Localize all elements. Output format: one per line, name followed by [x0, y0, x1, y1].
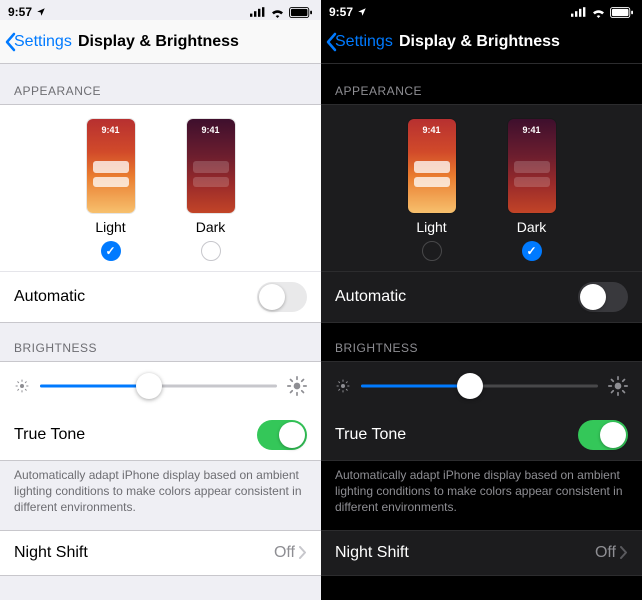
section-header-appearance: APPEARANCE [0, 64, 321, 104]
night-shift-label: Night Shift [335, 544, 409, 562]
appearance-options: 9:41 Light 9:41 Dark [321, 105, 642, 271]
automatic-switch[interactable] [578, 282, 628, 312]
night-shift-label: Night Shift [14, 544, 88, 562]
pane-light-mode: 9:57 Settings Display & Brightness APPEA… [0, 0, 321, 600]
appearance-dark-label: Dark [517, 219, 547, 235]
battery-icon [610, 7, 634, 18]
wifi-icon [591, 7, 606, 18]
page-title: Display & Brightness [399, 33, 560, 51]
true-tone-footer: Automatically adapt iPhone display based… [0, 461, 321, 530]
brightness-slider[interactable] [361, 372, 598, 400]
battery-icon [289, 7, 313, 18]
appearance-thumb-dark: 9:41 [508, 119, 556, 213]
appearance-thumb-light: 9:41 [408, 119, 456, 213]
pane-dark-mode: 9:57 Settings Display & Brightness APPEA… [321, 0, 642, 600]
appearance-options: 9:41 Light 9:41 Dark [0, 105, 321, 271]
night-shift-value-group: Off [274, 544, 307, 562]
nav-bar: Settings Display & Brightness [0, 20, 321, 64]
status-time: 9:57 [329, 5, 353, 19]
true-tone-footer: Automatically adapt iPhone display based… [321, 461, 642, 530]
thumb-clock: 9:41 [87, 125, 135, 135]
back-button[interactable]: Settings [325, 32, 393, 52]
page-title: Display & Brightness [78, 33, 239, 51]
appearance-dark-radio[interactable] [201, 241, 221, 261]
automatic-label: Automatic [335, 288, 406, 306]
automatic-row[interactable]: Automatic [0, 271, 321, 322]
appearance-group: 9:41 Light 9:41 Dark Automatic [321, 104, 642, 323]
status-time-group: 9:57 [8, 5, 46, 19]
section-header-brightness: BRIGHTNESS [0, 323, 321, 361]
section-header-appearance: APPEARANCE [321, 64, 642, 104]
chevron-right-icon [620, 546, 628, 559]
back-label: Settings [335, 33, 393, 51]
appearance-light-label: Light [95, 219, 125, 235]
section-header-brightness: BRIGHTNESS [321, 323, 642, 361]
appearance-light-label: Light [416, 219, 446, 235]
appearance-thumb-dark: 9:41 [187, 119, 235, 213]
appearance-light-radio[interactable] [422, 241, 442, 261]
automatic-row[interactable]: Automatic [321, 271, 642, 322]
thumb-clock: 9:41 [508, 125, 556, 135]
brightness-slider-row [0, 362, 321, 410]
status-bar: 9:57 [0, 0, 321, 20]
true-tone-switch[interactable] [257, 420, 307, 450]
status-time: 9:57 [8, 5, 32, 19]
content-scroll[interactable]: APPEARANCE 9:41 Light 9:41 Dark [321, 64, 642, 600]
brightness-slider-row [321, 362, 642, 410]
chevron-right-icon [299, 546, 307, 559]
appearance-dark-label: Dark [196, 219, 226, 235]
appearance-thumb-light: 9:41 [87, 119, 135, 213]
sun-high-icon [287, 376, 307, 396]
appearance-option-light[interactable]: 9:41 Light [408, 119, 456, 261]
sun-high-icon [608, 376, 628, 396]
appearance-light-radio[interactable] [101, 241, 121, 261]
status-time-group: 9:57 [329, 5, 367, 19]
true-tone-switch[interactable] [578, 420, 628, 450]
appearance-option-dark[interactable]: 9:41 Dark [187, 119, 235, 261]
brightness-group: True Tone [0, 361, 321, 461]
location-icon [357, 7, 367, 17]
back-button[interactable]: Settings [4, 32, 72, 52]
status-indicators [250, 7, 313, 18]
cellular-icon [571, 7, 587, 17]
back-label: Settings [14, 33, 72, 51]
night-shift-row[interactable]: Night Shift Off [321, 531, 642, 575]
appearance-option-light[interactable]: 9:41 Light [87, 119, 135, 261]
night-shift-row[interactable]: Night Shift Off [0, 531, 321, 575]
night-shift-value: Off [274, 544, 295, 562]
automatic-switch[interactable] [257, 282, 307, 312]
night-shift-value: Off [595, 544, 616, 562]
appearance-option-dark[interactable]: 9:41 Dark [508, 119, 556, 261]
status-bar: 9:57 [321, 0, 642, 20]
automatic-label: Automatic [14, 288, 85, 306]
cellular-icon [250, 7, 266, 17]
thumb-clock: 9:41 [408, 125, 456, 135]
brightness-slider[interactable] [40, 372, 277, 400]
nav-bar: Settings Display & Brightness [321, 20, 642, 64]
true-tone-row[interactable]: True Tone [321, 410, 642, 460]
sun-low-icon [335, 378, 351, 394]
wifi-icon [270, 7, 285, 18]
status-indicators [571, 7, 634, 18]
true-tone-label: True Tone [14, 426, 85, 444]
brightness-group: True Tone [321, 361, 642, 461]
content-scroll[interactable]: APPEARANCE 9:41 Light 9:41 Dark [0, 64, 321, 600]
sun-low-icon [14, 378, 30, 394]
appearance-group: 9:41 Light 9:41 Dark Automatic [0, 104, 321, 323]
night-shift-group: Night Shift Off [321, 530, 642, 576]
night-shift-group: Night Shift Off [0, 530, 321, 576]
true-tone-label: True Tone [335, 426, 406, 444]
appearance-dark-radio[interactable] [522, 241, 542, 261]
thumb-clock: 9:41 [187, 125, 235, 135]
true-tone-row[interactable]: True Tone [0, 410, 321, 460]
night-shift-value-group: Off [595, 544, 628, 562]
location-icon [36, 7, 46, 17]
